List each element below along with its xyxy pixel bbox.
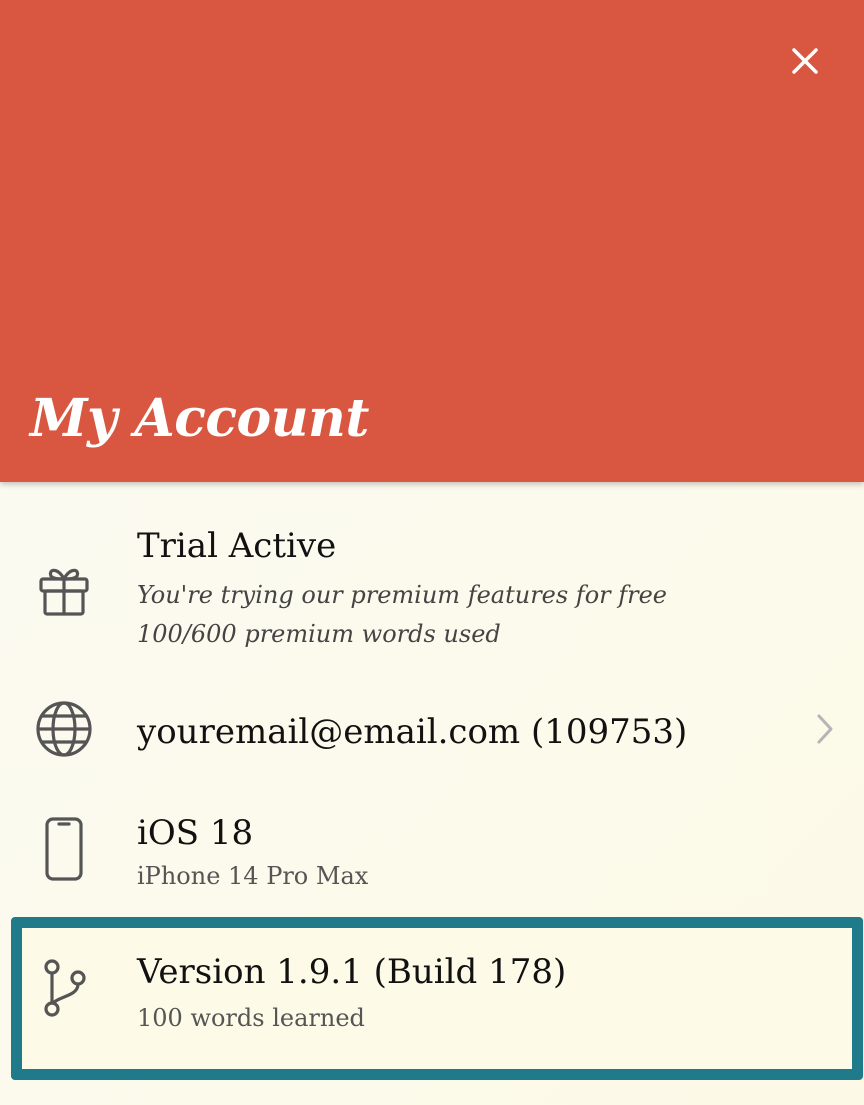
trial-usage: 100/600 premium words used <box>137 620 501 648</box>
gift-icon <box>36 562 92 618</box>
page-title: My Account <box>30 388 369 449</box>
header: My Account <box>0 0 864 482</box>
git-branch-icon <box>40 958 88 1018</box>
account-email: youremail@email.com (109753) <box>137 712 688 752</box>
trial-subtitle: You're trying our premium features for f… <box>137 581 668 609</box>
close-icon[interactable] <box>791 47 819 75</box>
version-row[interactable] <box>11 917 863 1080</box>
close-button[interactable] <box>780 36 830 86</box>
globe-icon <box>35 700 93 758</box>
version-title: Version 1.9.1 (Build 178) <box>137 952 567 992</box>
version-words-learned: 100 words learned <box>137 1004 365 1032</box>
chevron-right-icon[interactable] <box>812 712 838 746</box>
trial-title: Trial Active <box>137 526 337 566</box>
device-os: iOS 18 <box>137 813 254 853</box>
device-model: iPhone 14 Pro Max <box>137 862 369 890</box>
phone-icon <box>44 816 84 882</box>
